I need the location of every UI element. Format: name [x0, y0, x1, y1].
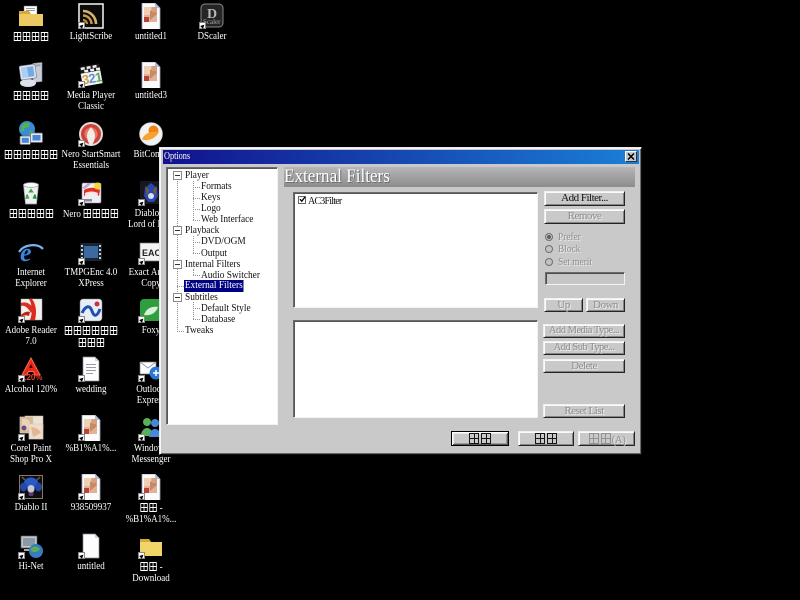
svg-text:e: e	[20, 239, 32, 265]
svg-text:1: 1	[94, 69, 104, 85]
svg-text:120%: 120%	[22, 373, 42, 382]
